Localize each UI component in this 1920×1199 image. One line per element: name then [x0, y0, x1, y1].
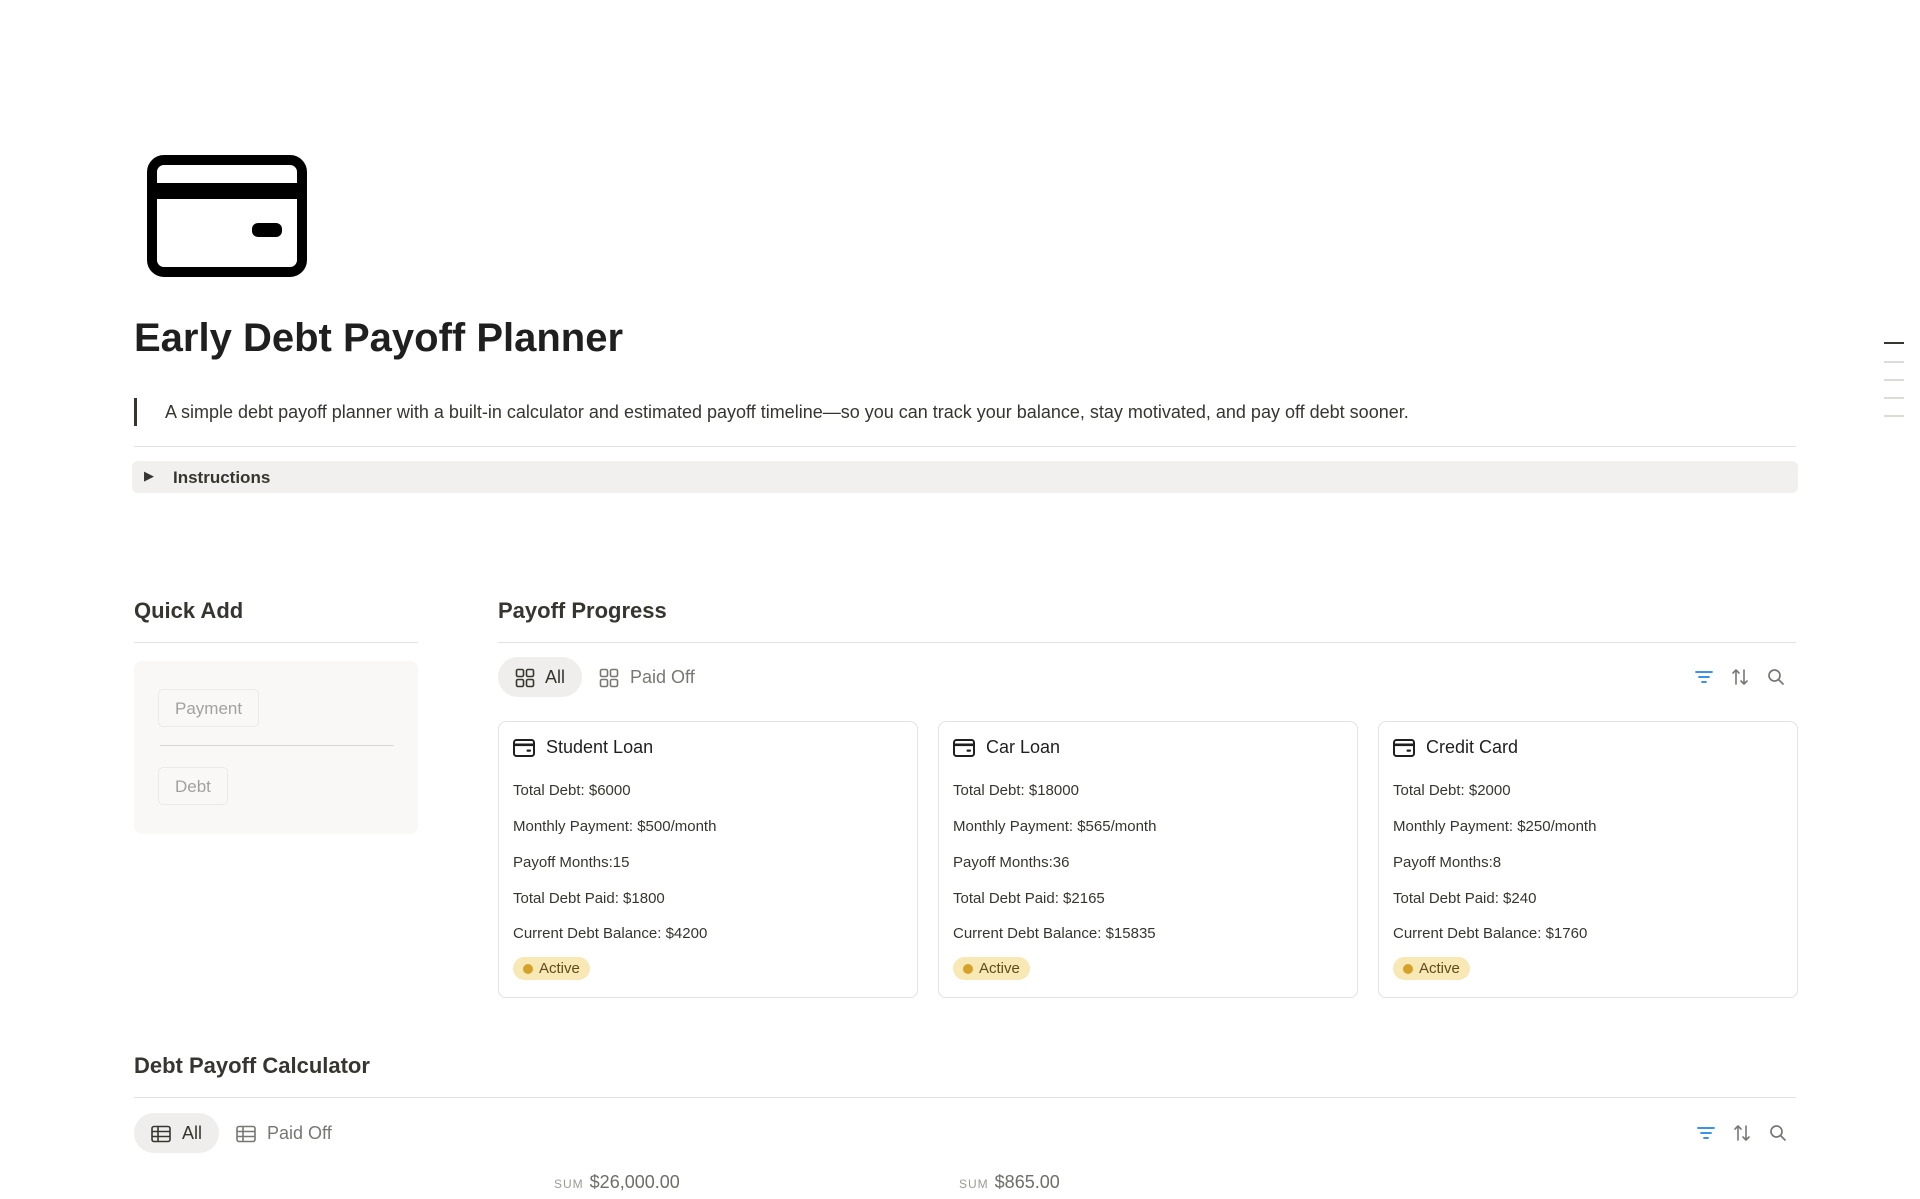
payoff-progress-divider: [498, 642, 1796, 643]
debt-card-car-loan[interactable]: Car Loan Total Debt: $18000 Monthly Paym…: [938, 721, 1358, 998]
quote-bar: [134, 398, 137, 426]
quick-add-divider: [134, 642, 418, 643]
instructions-toggle[interactable]: ▶ Instructions: [132, 461, 1798, 493]
status-badge: Active: [953, 957, 1030, 980]
monthly-payment: Monthly Payment: $500/month: [513, 818, 717, 835]
card-title: Car Loan: [986, 737, 1061, 757]
card-title: Student Loan: [546, 737, 654, 757]
quick-add-panel: Payment Debt: [134, 661, 418, 834]
monthly-payment: Monthly Payment: $250/month: [1393, 818, 1597, 835]
table-icon: [236, 1125, 256, 1143]
payoff-progress-tabs: All Paid Off: [498, 657, 748, 697]
status-label: Active: [1419, 960, 1460, 977]
description-text: A simple debt payoff planner with a buil…: [165, 402, 1409, 422]
total-debt: Total Debt: $2000: [1393, 782, 1511, 799]
instructions-label: Instructions: [173, 468, 271, 487]
filter-icon[interactable]: [1696, 1123, 1716, 1143]
current-debt-balance: Current Debt Balance: $15835: [953, 925, 1156, 942]
sort-icon[interactable]: [1730, 667, 1750, 687]
add-payment-button[interactable]: Payment: [158, 689, 260, 727]
description-quote: A simple debt payoff planner with a buil…: [134, 398, 1796, 426]
outline-item[interactable]: [1884, 342, 1904, 344]
tab-all-label: All: [182, 1123, 203, 1143]
tab-paid-off[interactable]: Paid Off: [219, 1113, 349, 1153]
payoff-months: Payoff Months:36: [953, 854, 1070, 871]
sum-value: $865.00: [994, 1172, 1060, 1192]
payoff-months: Payoff Months:8: [1393, 854, 1502, 871]
card-title: Credit Card: [1426, 737, 1519, 757]
tab-all[interactable]: All: [498, 657, 582, 697]
sum-label: SUM: [554, 1177, 584, 1191]
total-debt-paid: Total Debt Paid: $1800: [513, 890, 665, 907]
sort-icon[interactable]: [1732, 1123, 1752, 1143]
credit-card-icon[interactable]: [147, 155, 307, 277]
status-badge: Active: [1393, 957, 1470, 980]
tab-paid-off-label: Paid Off: [267, 1123, 332, 1143]
outline-item[interactable]: [1884, 415, 1904, 417]
sum-label: SUM: [959, 1177, 989, 1191]
current-debt-balance: Current Debt Balance: $1760: [1393, 925, 1588, 942]
total-debt: Total Debt: $18000: [953, 782, 1079, 799]
monthly-payment: Monthly Payment: $565/month: [953, 818, 1157, 835]
credit-card-icon: [1393, 739, 1415, 757]
add-debt-button[interactable]: Debt: [158, 767, 228, 805]
page-title: Early Debt Payoff Planner: [134, 316, 624, 360]
search-icon[interactable]: [1768, 1123, 1788, 1143]
status-dot: [1403, 964, 1413, 974]
calculator-title: Debt Payoff Calculator: [134, 1053, 370, 1078]
debt-card-student-loan[interactable]: Student Loan Total Debt: $6000 Monthly P…: [498, 721, 918, 998]
sum-monthly-payment: SUM $865.00: [959, 1172, 1060, 1193]
tab-all-label: All: [545, 667, 566, 687]
tab-all[interactable]: All: [134, 1113, 219, 1153]
payoff-progress-title: Payoff Progress: [498, 598, 667, 623]
payoff-months: Payoff Months:15: [513, 854, 630, 871]
current-debt-balance: Current Debt Balance: $4200: [513, 925, 708, 942]
filter-icon[interactable]: [1694, 667, 1714, 687]
outline-item[interactable]: [1884, 379, 1904, 381]
divider: [134, 446, 1796, 447]
sum-value: $26,000.00: [589, 1172, 680, 1192]
total-debt-paid: Total Debt Paid: $2165: [953, 890, 1105, 907]
calculator-divider: [134, 1097, 1796, 1098]
triangle-right-icon[interactable]: ▶: [144, 468, 154, 484]
status-dot: [963, 964, 973, 974]
outline-item[interactable]: [1884, 361, 1904, 363]
status-dot: [523, 964, 533, 974]
outline-item[interactable]: [1884, 397, 1904, 399]
quick-add-title: Quick Add: [134, 598, 244, 623]
status-badge: Active: [513, 957, 590, 980]
calculator-tabs: All Paid Off: [134, 1113, 374, 1153]
total-debt: Total Debt: $6000: [513, 782, 631, 799]
tab-paid-off-label: Paid Off: [630, 667, 695, 687]
quick-add-separator: [160, 745, 394, 746]
tab-paid-off[interactable]: Paid Off: [582, 657, 712, 697]
credit-card-icon: [513, 739, 535, 757]
credit-card-icon: [953, 739, 975, 757]
sum-total-debt: SUM $26,000.00: [554, 1172, 680, 1193]
status-label: Active: [979, 960, 1020, 977]
status-label: Active: [539, 960, 580, 977]
table-icon: [151, 1125, 171, 1143]
debt-card-credit-card[interactable]: Credit Card Total Debt: $2000 Monthly Pa…: [1378, 721, 1798, 998]
search-icon[interactable]: [1766, 667, 1786, 687]
gallery-icon: [599, 668, 619, 688]
total-debt-paid: Total Debt Paid: $240: [1393, 890, 1537, 907]
gallery-icon: [515, 668, 535, 688]
